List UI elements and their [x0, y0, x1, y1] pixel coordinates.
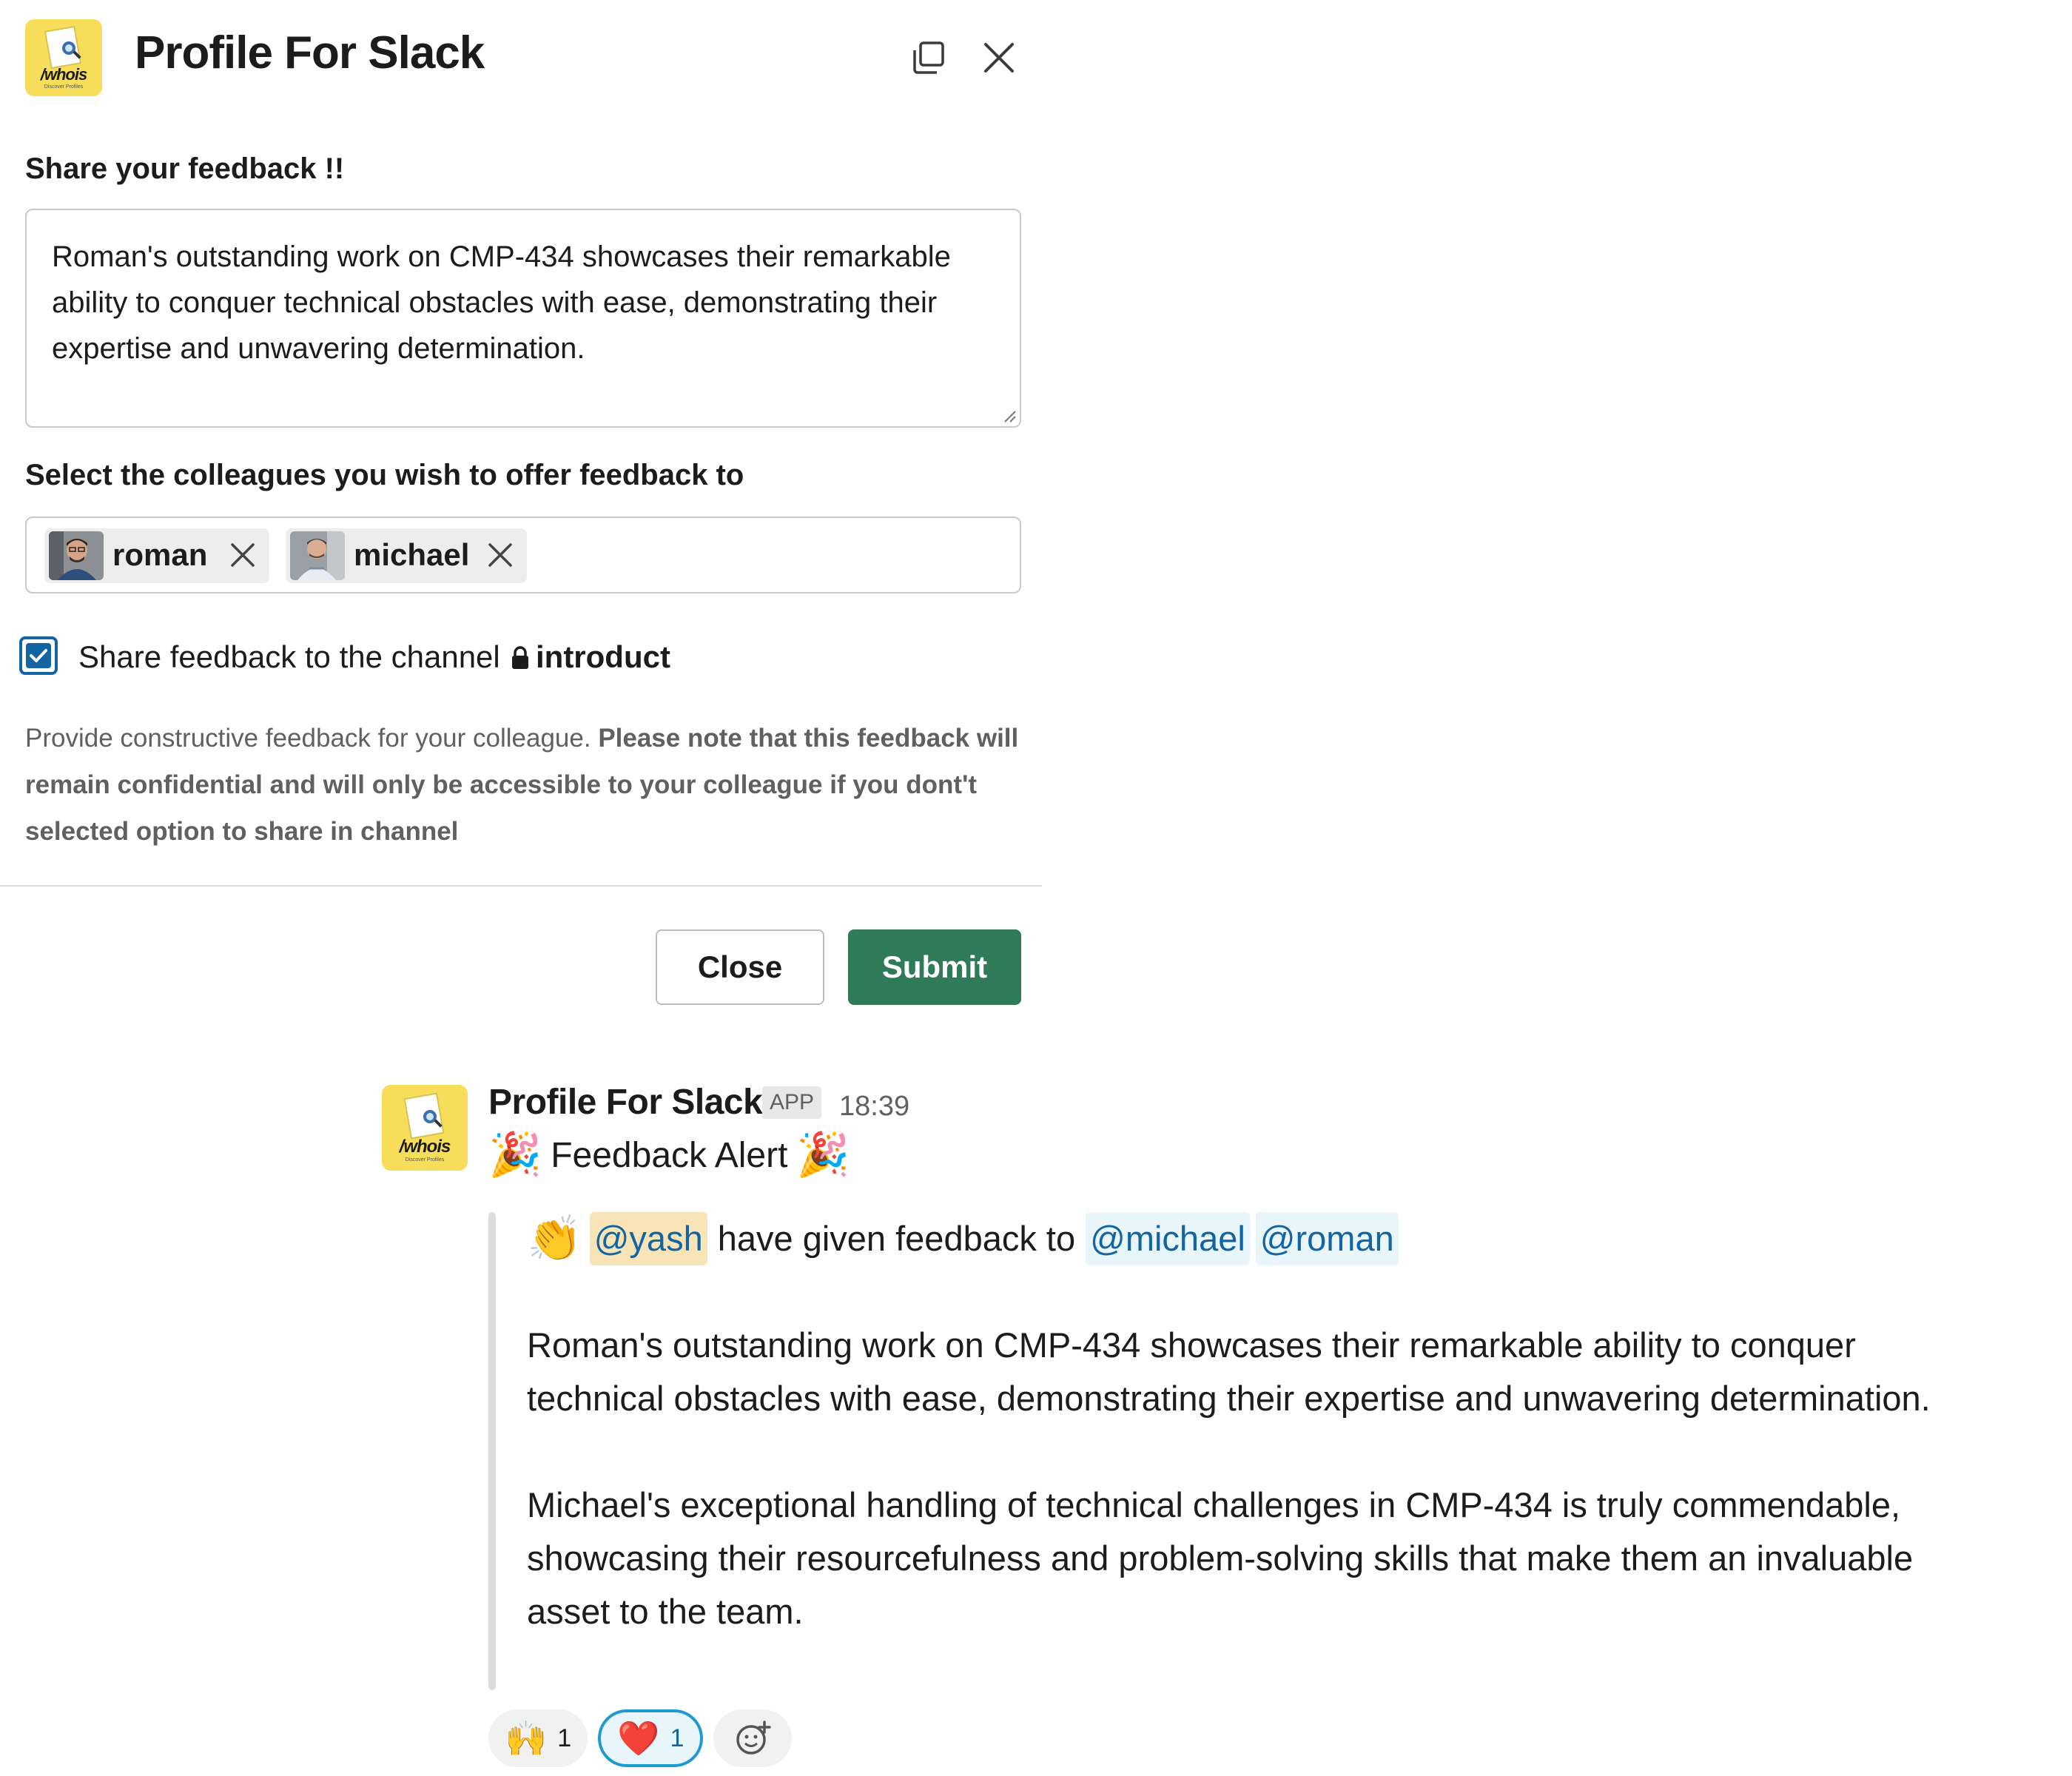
reactions-bar: 🙌 1 ❤️ 1: [488, 1709, 793, 1767]
chip-label-roman: roman: [112, 537, 208, 572]
mention-michael[interactable]: @michael: [1086, 1212, 1250, 1265]
footer-divider: [0, 885, 1042, 887]
modal-title: Profile For Slack: [135, 27, 485, 78]
alert-title: Feedback Alert: [551, 1135, 788, 1175]
feedback-paragraph-roman: Roman's outstanding work on CMP-434 show…: [527, 1325, 1931, 1418]
help-text: Provide constructive feedback for your c…: [25, 715, 1032, 855]
add-reaction-icon: [736, 1720, 772, 1755]
reaction-raised-hands[interactable]: 🙌 1: [488, 1709, 588, 1767]
close-icon[interactable]: [978, 37, 1020, 78]
message-timestamp[interactable]: 18:39: [839, 1091, 909, 1123]
colleagues-label: Select the colleagues you wish to offer …: [25, 459, 744, 491]
mention-author[interactable]: @yash: [589, 1212, 707, 1265]
feedback-alert-heading: 🎉 Feedback Alert 🎉: [488, 1132, 850, 1178]
share-channel-label: Share feedback to the channel: [78, 639, 500, 674]
close-button[interactable]: Close: [656, 929, 824, 1005]
party-popper-icon: 🎉: [796, 1131, 850, 1179]
feedback-textarea[interactable]: Roman's outstanding work on CMP-434 show…: [25, 209, 1021, 428]
chip-label-michael: michael: [354, 537, 470, 572]
feedback-text: Roman's outstanding work on CMP-434 show…: [52, 240, 951, 365]
logo-text: /whois: [40, 65, 87, 84]
chip-michael: michael: [286, 528, 527, 583]
feedback-paragraph-michael: Michael's exceptional handling of techni…: [527, 1485, 1914, 1631]
reaction-count: 1: [557, 1723, 572, 1752]
app-badge: APP: [762, 1086, 821, 1119]
lock-icon: [512, 646, 528, 669]
remove-chip-icon[interactable]: [485, 540, 515, 570]
chip-roman: roman: [44, 528, 269, 583]
remove-chip-icon[interactable]: [228, 540, 258, 570]
checkmark-icon: [26, 643, 51, 668]
logo-text: /whois: [399, 1137, 451, 1157]
feedback-summary-line: 👏 @yash have given feedback to @michael …: [527, 1211, 1977, 1267]
popout-window-icon[interactable]: [907, 37, 949, 78]
raised-hands-icon: 🙌: [505, 1718, 548, 1758]
channel-name[interactable]: introduct: [536, 639, 670, 675]
message-app-avatar[interactable]: /whois Discover Profiles: [382, 1085, 468, 1171]
quote-bar: [488, 1212, 496, 1690]
avatar-michael: [290, 531, 345, 580]
message-sender-name[interactable]: Profile For Slack: [488, 1082, 763, 1123]
mention-roman[interactable]: @roman: [1255, 1212, 1399, 1265]
avatar-roman: [49, 531, 104, 580]
app-logo: /whois Discover Profiles: [25, 19, 102, 96]
help-text-plain: Provide constructive feedback for your c…: [25, 724, 599, 753]
feedback-modal: /whois Discover Profiles Profile For Sla…: [0, 0, 1042, 1029]
reaction-heart[interactable]: ❤️ 1: [598, 1709, 704, 1767]
given-text: have given feedback to: [717, 1219, 1076, 1258]
share-channel-checkbox[interactable]: [19, 636, 58, 675]
quote-body: 👏 @yash have given feedback to @michael …: [527, 1211, 1977, 1638]
add-reaction-button[interactable]: [713, 1709, 793, 1767]
colleague-multiselect[interactable]: roman michael: [25, 517, 1021, 593]
resize-grip-icon[interactable]: [1000, 407, 1017, 423]
heart-icon: ❤️: [617, 1718, 660, 1758]
feedback-label: Share your feedback !!: [25, 152, 345, 185]
logo-subtext: Discover Profiles: [44, 84, 84, 90]
clapping-hands-icon: 👏: [527, 1214, 582, 1263]
party-popper-icon: 🎉: [488, 1131, 542, 1179]
logo-subtext: Discover Profiles: [405, 1157, 445, 1163]
submit-button[interactable]: Submit: [848, 929, 1021, 1005]
reaction-count: 1: [670, 1723, 684, 1752]
